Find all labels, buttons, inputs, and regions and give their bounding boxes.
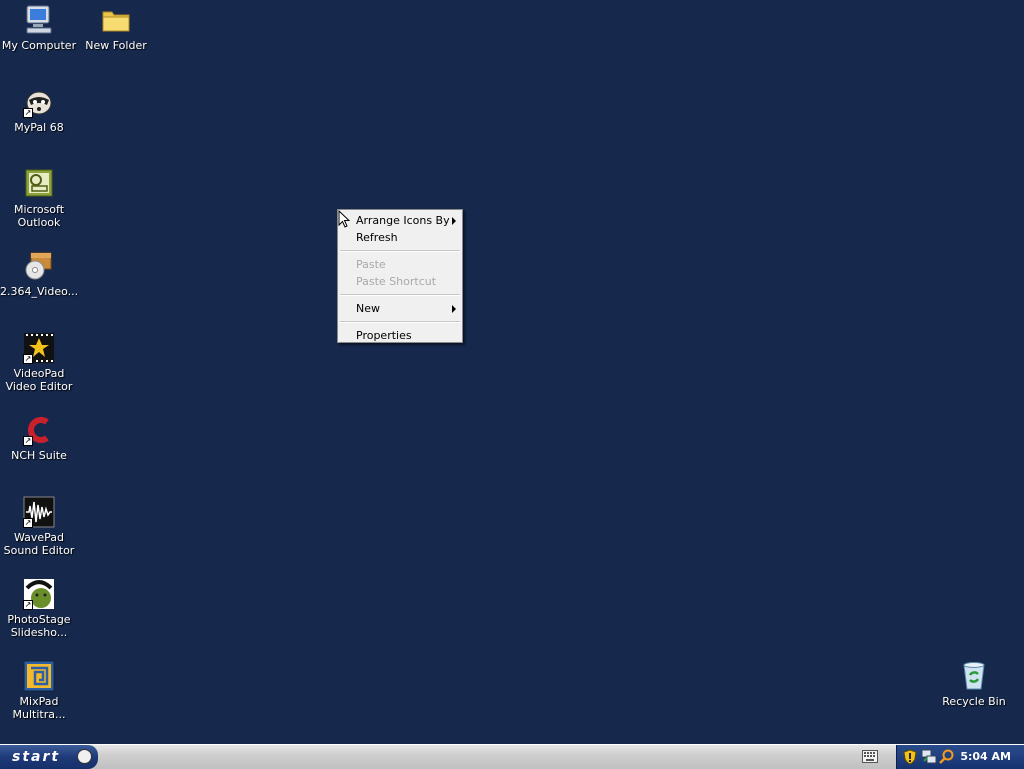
- menu-item-properties[interactable]: Properties: [338, 327, 462, 344]
- wavepad-icon: ↗: [23, 496, 55, 528]
- desktop-icon-my-computer[interactable]: My Computer: [0, 4, 78, 52]
- photostage-icon: ↗: [23, 578, 55, 610]
- cd-installer-icon: [23, 250, 55, 282]
- menu-item-paste[interactable]: Paste: [338, 256, 462, 273]
- start-orb-icon: [77, 749, 92, 764]
- folder-icon: [100, 4, 132, 36]
- recycle-bin-icon: [958, 660, 990, 692]
- submenu-arrow-icon: [452, 217, 456, 225]
- my-computer-icon: [23, 4, 55, 36]
- desktop-icon-label: WavePad Sound Editor: [3, 531, 75, 557]
- shortcut-arrow-icon: ↗: [23, 518, 33, 528]
- shortcut-arrow-icon: ↗: [23, 354, 33, 364]
- menu-separator: [340, 250, 460, 252]
- mixpad-icon: [23, 660, 55, 692]
- desktop-icon-photostage[interactable]: ↗ PhotoStage Slidesho...: [0, 578, 78, 639]
- menu-separator: [340, 294, 460, 296]
- search-magnifier-icon[interactable]: [939, 749, 955, 765]
- desktop-icon-outlook[interactable]: Microsoft Outlook: [0, 168, 78, 229]
- security-shield-icon[interactable]: [902, 749, 918, 765]
- desktop-icon-new-folder[interactable]: New Folder: [77, 4, 155, 52]
- desktop-icon-label: New Folder: [85, 39, 147, 52]
- menu-item-label: Paste: [356, 258, 386, 271]
- start-button[interactable]: start: [0, 745, 98, 769]
- videopad-icon: ↗: [23, 332, 55, 364]
- desktop-icon-label: MyPal 68: [14, 121, 64, 134]
- menu-item-label: New: [356, 302, 380, 315]
- start-label: start: [12, 749, 61, 765]
- taskbar: start 5:04 AM: [0, 744, 1024, 769]
- menu-item-label: Arrange Icons By: [356, 214, 450, 227]
- shortcut-arrow-icon: ↗: [23, 436, 33, 446]
- menu-item-arrange-icons-by[interactable]: Arrange Icons By: [338, 212, 462, 229]
- desktop-icon-label: PhotoStage Slidesho...: [7, 613, 71, 639]
- menu-item-label: Refresh: [356, 231, 398, 244]
- mouse-cursor-icon: [338, 209, 351, 231]
- desktop-icon-label: Microsoft Outlook: [13, 203, 65, 229]
- desktop-icon-label: Recycle Bin: [942, 695, 1006, 708]
- desktop-icon-label: MixPad Multitra...: [12, 695, 66, 721]
- menu-item-paste-shortcut[interactable]: Paste Shortcut: [338, 273, 462, 290]
- desktop-icon-label: 2.364_Video...: [0, 285, 79, 298]
- desktop-icon-videopad[interactable]: ↗ VideoPad Video Editor: [0, 332, 78, 393]
- desktop-icon-label: NCH Suite: [11, 449, 67, 462]
- menu-item-label: Properties: [356, 329, 412, 342]
- menu-item-refresh[interactable]: Refresh: [338, 229, 462, 246]
- mypal-icon: ↗: [23, 86, 55, 118]
- desktop-icon-wavepad[interactable]: ↗ WavePad Sound Editor: [0, 496, 78, 557]
- shortcut-arrow-icon: ↗: [23, 108, 33, 118]
- menu-separator: [340, 321, 460, 323]
- menu-item-label: Paste Shortcut: [356, 275, 437, 288]
- system-tray: 5:04 AM: [896, 745, 1024, 769]
- desktop-icon-recycle-bin[interactable]: Recycle Bin: [935, 660, 1013, 708]
- desktop-icon-label: VideoPad Video Editor: [5, 367, 73, 393]
- desktop-icon-mixpad[interactable]: MixPad Multitra...: [0, 660, 78, 721]
- desktop-context-menu: Arrange Icons By Refresh Paste Paste Sho…: [337, 209, 463, 343]
- desktop-icon-mypal[interactable]: ↗ MyPal 68: [0, 86, 78, 134]
- desktop-icon-video-installer[interactable]: 2.364_Video...: [0, 250, 78, 298]
- submenu-arrow-icon: [452, 305, 456, 313]
- outlook-icon: [23, 168, 55, 200]
- clock[interactable]: 5:04 AM: [960, 745, 1011, 769]
- nch-suite-icon: ↗: [23, 414, 55, 446]
- network-icon[interactable]: [921, 749, 937, 765]
- menu-item-new[interactable]: New: [338, 300, 462, 317]
- desktop-icon-nch-suite[interactable]: ↗ NCH Suite: [0, 414, 78, 462]
- desktop[interactable]: My Computer New Folder ↗ MyPal 68 Micros…: [0, 0, 1024, 744]
- desktop-icon-label: My Computer: [1, 39, 77, 52]
- shortcut-arrow-icon: ↗: [23, 600, 33, 610]
- keyboard-icon[interactable]: [862, 750, 878, 763]
